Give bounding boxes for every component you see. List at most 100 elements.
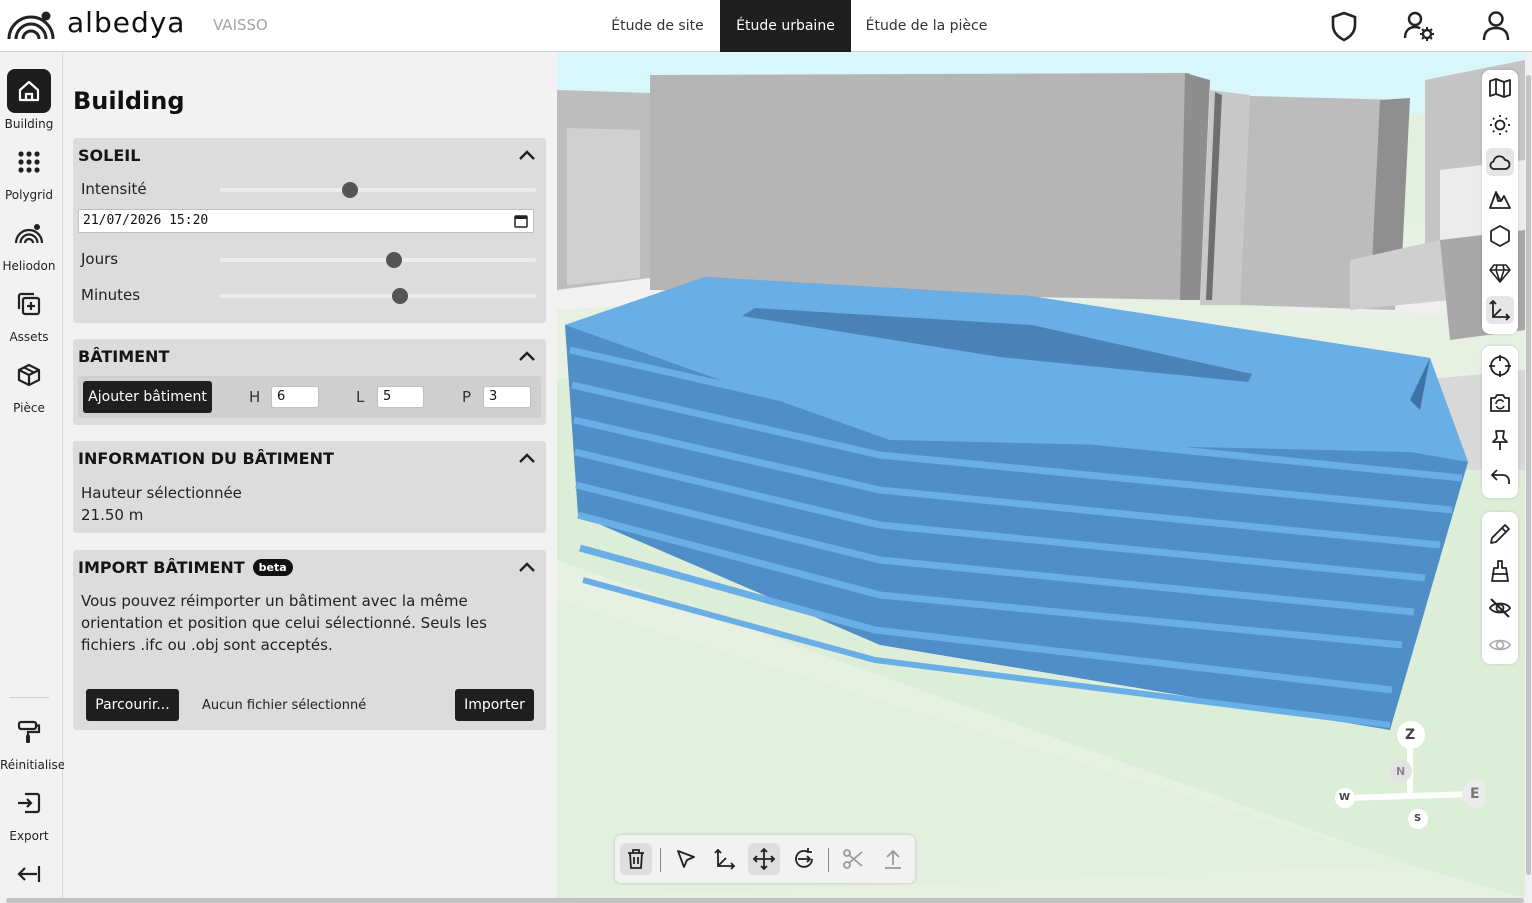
compass-s-label: S [1414, 813, 1422, 824]
upload-icon[interactable] [877, 843, 909, 875]
target-icon[interactable] [1486, 352, 1514, 380]
batiment-title: BÂTIMENT [78, 347, 170, 366]
datetime-value: 21/07/2026 15:20 [83, 213, 209, 228]
nav-building[interactable]: Building [0, 69, 58, 131]
bottom-toolbar [615, 835, 915, 883]
collapse-left-icon[interactable] [0, 861, 58, 887]
right-toolbar-edit [1482, 512, 1518, 664]
jours-slider[interactable] [220, 252, 536, 268]
grid-dots-icon [7, 140, 51, 184]
chevron-up-icon[interactable] [518, 148, 536, 162]
eye-off-icon[interactable] [1486, 594, 1514, 622]
tab-etude-de-site[interactable]: Étude de site [596, 0, 719, 52]
compass-w-label: W [1339, 792, 1351, 803]
hexagon-icon[interactable] [1486, 222, 1514, 250]
diamond-icon[interactable] [1486, 259, 1514, 287]
nav-polygrid-label: Polygrid [4, 188, 54, 202]
nav-export[interactable]: Export [0, 781, 58, 843]
toolbar-divider [660, 848, 661, 872]
parcourir-button[interactable]: Parcourir... [86, 689, 179, 721]
top-bar: albedya VAISSO Étude de site Étude urbai… [0, 0, 1532, 52]
scroll-thumb[interactable] [6, 898, 1524, 903]
scene-viewport[interactable]: Z N E W S [557, 53, 1525, 898]
nav-heliodon[interactable]: Heliodon [0, 211, 58, 273]
brand-name[interactable]: albedya [67, 6, 185, 39]
toolbar-divider [828, 848, 829, 872]
h-label: H [249, 388, 261, 406]
minutes-slider-knob[interactable] [392, 288, 409, 304]
l-input[interactable]: 5 [377, 386, 424, 408]
nav-piece[interactable]: Pièce [0, 353, 58, 415]
move-icon[interactable] [748, 843, 780, 875]
paint-roller-icon [7, 710, 51, 754]
import-card: IMPORT BÂTIMENT beta Vous pouvez réimport… [73, 550, 546, 730]
eye-icon[interactable] [1486, 631, 1514, 659]
intensite-slider-knob[interactable] [341, 182, 358, 198]
tab-etude-de-la-piece[interactable]: Étude de la pièce [851, 0, 1002, 52]
nav-export-label: Export [9, 829, 49, 843]
nav-reinitialiser[interactable]: Réinitialiser [0, 710, 71, 772]
cube-icon [7, 353, 51, 397]
nav-reinitialiser-label: Réinitialiser [0, 758, 71, 772]
ajouter-batiment-button[interactable]: Ajouter bâtiment [83, 381, 212, 413]
camera-switch-icon[interactable] [1486, 389, 1514, 417]
intensite-label: Intensité [81, 180, 147, 198]
compass-widget[interactable]: Z N E W S [1335, 718, 1485, 838]
chevron-up-icon[interactable] [518, 349, 536, 363]
terrain-icon[interactable] [1486, 185, 1514, 213]
right-toolbar-camera [1482, 346, 1518, 498]
scissors-icon[interactable] [837, 843, 869, 875]
information-title: INFORMATION DU BÂTIMENT [78, 449, 334, 468]
import-title: IMPORT BÂTIMENT [78, 558, 245, 577]
rotate-icon[interactable] [788, 843, 820, 875]
soleil-title: SOLEIL [78, 146, 141, 165]
importer-button[interactable]: Importer [455, 689, 534, 721]
p-label: P [462, 388, 472, 406]
map-icon[interactable] [1486, 74, 1514, 102]
user-icon[interactable] [1479, 9, 1513, 43]
user-settings-icon[interactable] [1402, 9, 1436, 43]
horizontal-scrollbar[interactable] [0, 898, 1532, 903]
jours-slider-knob[interactable] [385, 252, 402, 268]
cloud-icon[interactable] [1486, 148, 1514, 176]
p-input[interactable]: 3 [483, 386, 531, 408]
soleil-card: SOLEIL Intensité 21/07/2026 15:20 Jours … [73, 138, 546, 323]
add-asset-icon [7, 282, 51, 326]
pencil-icon[interactable] [1486, 520, 1514, 548]
pin-icon[interactable] [1486, 426, 1514, 454]
vertical-scrollbar[interactable] [1525, 53, 1532, 898]
h-input[interactable]: 6 [271, 386, 319, 408]
shield-icon[interactable] [1327, 9, 1361, 43]
axes-move-icon[interactable] [709, 843, 741, 875]
axes-icon[interactable] [1486, 296, 1514, 324]
tab-etude-urbaine[interactable]: Étude urbaine [720, 0, 851, 52]
chevron-up-icon[interactable] [518, 451, 536, 465]
compass-n-label: N [1396, 765, 1406, 778]
beta-badge: beta [252, 559, 293, 576]
panel-title: Building [73, 87, 185, 115]
height-label: Hauteur sélectionnée [81, 484, 242, 502]
calendar-icon[interactable] [514, 214, 528, 228]
nav-polygrid[interactable]: Polygrid [0, 140, 58, 202]
nav-heliodon-label: Heliodon [2, 259, 56, 273]
export-icon [7, 781, 51, 825]
no-file-label: Aucun fichier sélectionné [202, 698, 367, 713]
minutes-slider[interactable] [220, 288, 536, 304]
broom-icon[interactable] [1486, 557, 1514, 585]
undo-icon[interactable] [1486, 463, 1514, 491]
nav-assets[interactable]: Assets [0, 282, 58, 344]
batiment-card: BÂTIMENT Ajouter bâtiment [73, 339, 546, 425]
height-value: 21.50 m [81, 506, 144, 524]
select-arrow-icon[interactable] [670, 843, 702, 875]
sun-icon[interactable] [1486, 111, 1514, 139]
datetime-input[interactable]: 21/07/2026 15:20 [78, 209, 534, 233]
jours-label: Jours [81, 250, 119, 268]
trash-icon[interactable] [620, 843, 652, 875]
l-label: L [356, 388, 365, 406]
albedya-logo-icon [6, 8, 56, 40]
chevron-up-icon[interactable] [518, 560, 536, 574]
left-nav: Building Polygrid Heliodon Assets Pièce … [0, 53, 71, 898]
intensite-slider[interactable] [220, 182, 536, 198]
nav-piece-label: Pièce [13, 401, 45, 415]
scroll-thumb[interactable] [1526, 75, 1531, 875]
